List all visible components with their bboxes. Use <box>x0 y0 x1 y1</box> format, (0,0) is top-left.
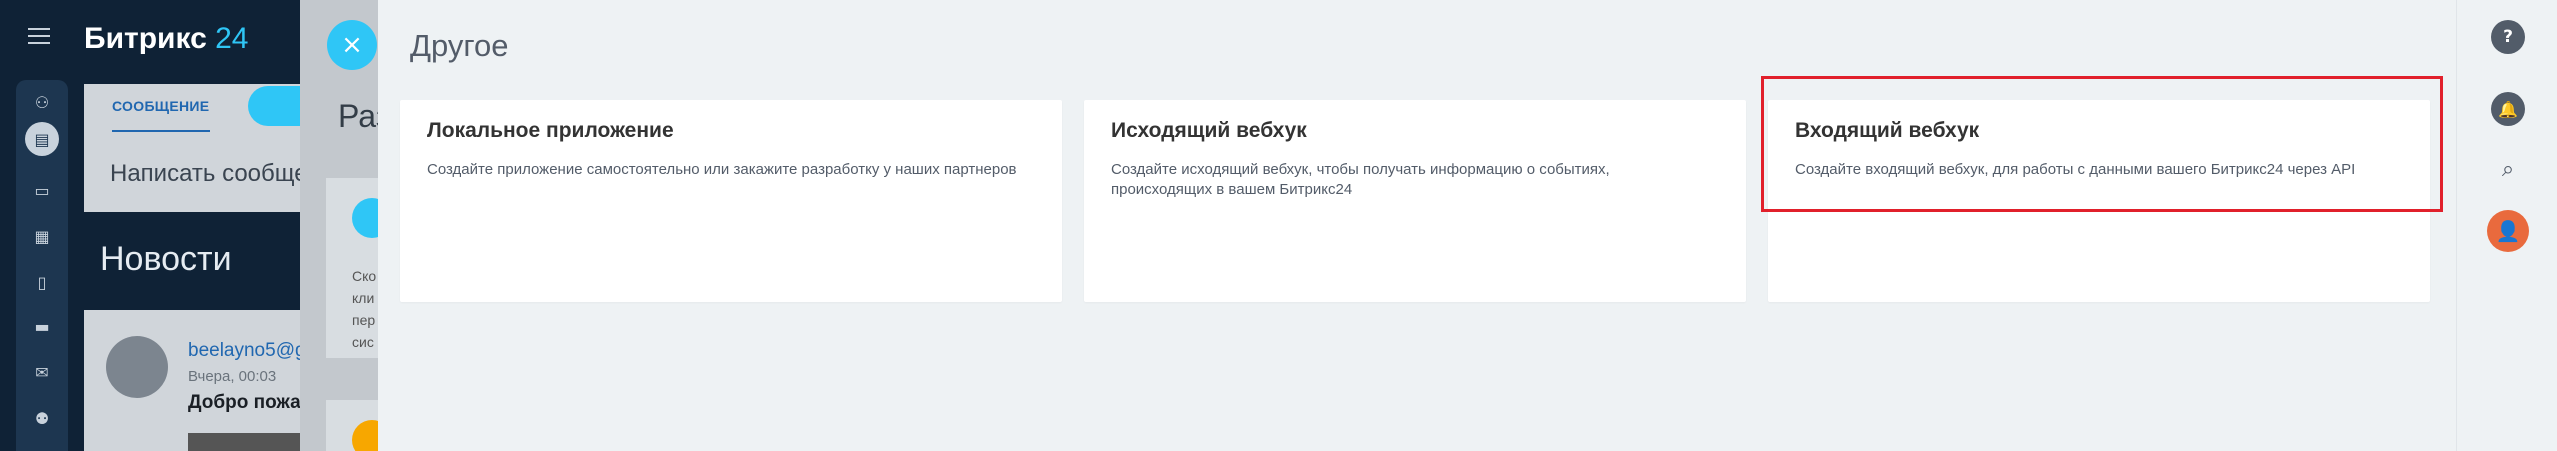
feed-icon[interactable]: ▤ <box>25 122 59 156</box>
post-author-name[interactable]: beelayno5@g <box>188 340 306 362</box>
search-button[interactable]: ⌕ <box>2491 152 2525 186</box>
card-outgoing-webhook[interactable]: Исходящий вебхук Создайте исходящий вебх… <box>1084 100 1746 302</box>
page-title: Другое <box>410 28 509 63</box>
card-title: Локальное приложение <box>427 119 674 142</box>
middle-text-line: пер <box>352 312 376 328</box>
mail-icon[interactable]: ✉ <box>30 360 54 384</box>
post-time: Вчера, 00:03 <box>188 368 277 385</box>
tab-underline <box>112 130 210 132</box>
left-menu: ⚇ ▤ ▭ ▦ ▯ ▬ ✉ ⚉ <box>0 0 84 451</box>
document-icon[interactable]: ▯ <box>30 270 54 294</box>
left-menu-column: ⚇ ▤ ▭ ▦ ▯ ▬ ✉ ⚉ <box>16 80 68 451</box>
card-local-app[interactable]: Локальное приложение Создайте приложение… <box>400 100 1062 302</box>
brand-number: 24 <box>215 22 249 55</box>
brand-logo[interactable]: Битрикс 24 <box>84 22 249 56</box>
news-title: Новости <box>100 240 232 278</box>
calendar-icon[interactable]: ▦ <box>30 224 54 248</box>
post-text: Добро пожал <box>188 392 313 413</box>
bell-icon: 🔔 <box>2498 99 2518 119</box>
user-icon: 👤 <box>2495 219 2521 243</box>
right-toolbar: ? 🔔 ⌕ 👤 <box>2456 0 2557 451</box>
help-icon: ? <box>2503 27 2513 47</box>
post-author-avatar[interactable] <box>106 336 168 398</box>
help-button[interactable]: ? <box>2491 20 2525 54</box>
tab-message[interactable]: СООБЩЕНИЕ <box>112 98 209 114</box>
notifications-button[interactable]: 🔔 <box>2491 92 2525 126</box>
user-avatar[interactable]: 👤 <box>2487 210 2529 252</box>
middle-card-text: Ско кли пер сис <box>352 265 376 353</box>
highlight-box <box>1761 76 2443 212</box>
card-description: Создайте приложение самостоятельно или з… <box>427 161 1017 178</box>
stream-icon[interactable]: ⚇ <box>30 90 54 114</box>
card-description: Создайте исходящий вебхук, чтобы получат… <box>1111 161 1610 198</box>
brand-name: Битрикс <box>84 22 207 55</box>
menu-burger-icon[interactable] <box>28 28 50 44</box>
middle-text-line: сис <box>352 334 374 350</box>
middle-text-line: Ско <box>352 268 377 284</box>
close-icon: × <box>341 30 363 60</box>
write-message-input[interactable]: Написать сообще <box>110 160 308 188</box>
employees-icon[interactable]: ⚉ <box>30 406 54 430</box>
card-title: Исходящий вебхук <box>1111 119 1307 142</box>
middle-text-line: кли <box>352 290 375 306</box>
chat-icon[interactable]: ▭ <box>30 178 54 202</box>
search-icon: ⌕ <box>2501 156 2515 182</box>
close-slider-button[interactable]: × <box>327 20 377 70</box>
drive-icon[interactable]: ▬ <box>30 314 54 338</box>
